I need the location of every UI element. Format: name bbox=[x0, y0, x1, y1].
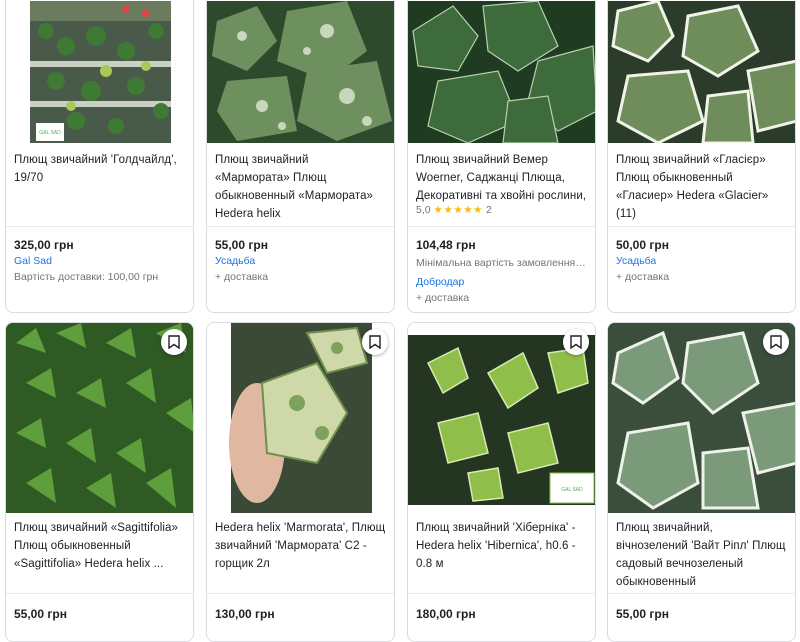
shipping-note: + доставка bbox=[616, 271, 670, 283]
shipping-note: Вартість доставки: 100,00 грн bbox=[14, 271, 159, 283]
review-count: 2 bbox=[486, 204, 492, 216]
rating-value: 5,0 bbox=[416, 204, 431, 216]
product-photo bbox=[408, 1, 595, 143]
seller-logo: GAL SAD bbox=[39, 130, 61, 136]
product-card[interactable]: Плющ звичайний Вемер Woerner, Саджанці П… bbox=[407, 0, 596, 313]
product-image[interactable]: GAL SAD bbox=[6, 1, 193, 143]
product-card[interactable]: Плющ звичайний, вічнозелений 'Вайт Ріпл'… bbox=[607, 322, 796, 642]
divider bbox=[6, 226, 193, 227]
bookmark-icon bbox=[168, 335, 180, 349]
divider bbox=[408, 226, 595, 227]
product-title[interactable]: Плющ звичайний «Sagittifolia» Плющ обыкн… bbox=[14, 519, 185, 573]
product-photo bbox=[207, 1, 394, 143]
min-order-note: Мінімальна вартість замовлення: ... bbox=[416, 257, 587, 269]
divider bbox=[608, 593, 795, 594]
divider bbox=[608, 226, 795, 227]
product-title[interactable]: Плющ звичайний «Гласієр» Плющ обыкновенн… bbox=[616, 151, 787, 223]
product-title[interactable]: Hedera helix 'Marmorata', Плющ звичайний… bbox=[215, 519, 386, 573]
bookmark-icon bbox=[369, 335, 381, 349]
product-title[interactable]: Плющ звичайний 'Голдчайлд', 19/70 bbox=[14, 151, 185, 187]
product-card[interactable]: Плющ звичайний «Мармората» Плющ обыкнове… bbox=[206, 0, 395, 313]
product-photo bbox=[608, 1, 795, 143]
product-price: 50,00 грн bbox=[616, 238, 669, 252]
bookmark-button[interactable] bbox=[362, 329, 388, 355]
product-image[interactable] bbox=[608, 1, 795, 143]
product-card[interactable]: Hedera helix 'Marmorata', Плющ звичайний… bbox=[206, 322, 395, 642]
divider bbox=[408, 593, 595, 594]
seller-link[interactable]: Усадьба bbox=[616, 255, 656, 267]
bookmark-icon bbox=[570, 335, 582, 349]
product-card[interactable]: GAL SAD Плющ звичайний 'Хіберніка' - Hed… bbox=[407, 322, 596, 642]
bookmark-button[interactable] bbox=[763, 329, 789, 355]
bookmark-button[interactable] bbox=[161, 329, 187, 355]
divider bbox=[6, 593, 193, 594]
seller-link[interactable]: Добродар bbox=[416, 276, 464, 288]
product-price: 55,00 грн bbox=[616, 607, 669, 621]
bookmark-icon bbox=[770, 335, 782, 349]
product-card[interactable]: GAL SAD Плющ звичайний 'Голдчайлд', 19/7… bbox=[5, 0, 194, 313]
bookmark-button[interactable] bbox=[563, 329, 589, 355]
shipping-note: + доставка bbox=[215, 271, 269, 283]
product-card[interactable]: Плющ звичайний «Гласієр» Плющ обыкновенн… bbox=[607, 0, 796, 313]
product-rating[interactable]: 5,0 ★★★★★ 2 bbox=[416, 204, 492, 216]
product-price: 180,00 грн bbox=[416, 607, 476, 621]
product-title[interactable]: Плющ звичайний, вічнозелений 'Вайт Ріпл'… bbox=[616, 519, 787, 591]
seller-link[interactable]: Усадьба bbox=[215, 255, 255, 267]
product-title[interactable]: Плющ звичайний 'Хіберніка' - Hedera heli… bbox=[416, 519, 587, 573]
divider bbox=[207, 226, 394, 227]
seller-link[interactable]: Gal Sad bbox=[14, 255, 52, 267]
product-photo: GAL SAD bbox=[30, 1, 171, 143]
shipping-note: + доставка bbox=[416, 292, 470, 304]
product-title[interactable]: Плющ звичайний Вемер Woerner, Саджанці П… bbox=[416, 151, 587, 205]
product-image[interactable] bbox=[408, 1, 595, 143]
star-icon: ★★★★★ bbox=[433, 204, 484, 216]
product-price: 55,00 грн bbox=[215, 238, 268, 252]
divider bbox=[207, 593, 394, 594]
product-image[interactable] bbox=[207, 1, 394, 143]
seller-logo: GAL SAD bbox=[561, 487, 583, 493]
product-price: 104,48 грн bbox=[416, 238, 476, 252]
product-title[interactable]: Плющ звичайний «Мармората» Плющ обыкнове… bbox=[215, 151, 386, 223]
product-price: 130,00 грн bbox=[215, 607, 275, 621]
product-price: 55,00 грн bbox=[14, 607, 67, 621]
product-card[interactable]: Плющ звичайний «Sagittifolia» Плющ обыкн… bbox=[5, 322, 194, 642]
product-price: 325,00 грн bbox=[14, 238, 74, 252]
